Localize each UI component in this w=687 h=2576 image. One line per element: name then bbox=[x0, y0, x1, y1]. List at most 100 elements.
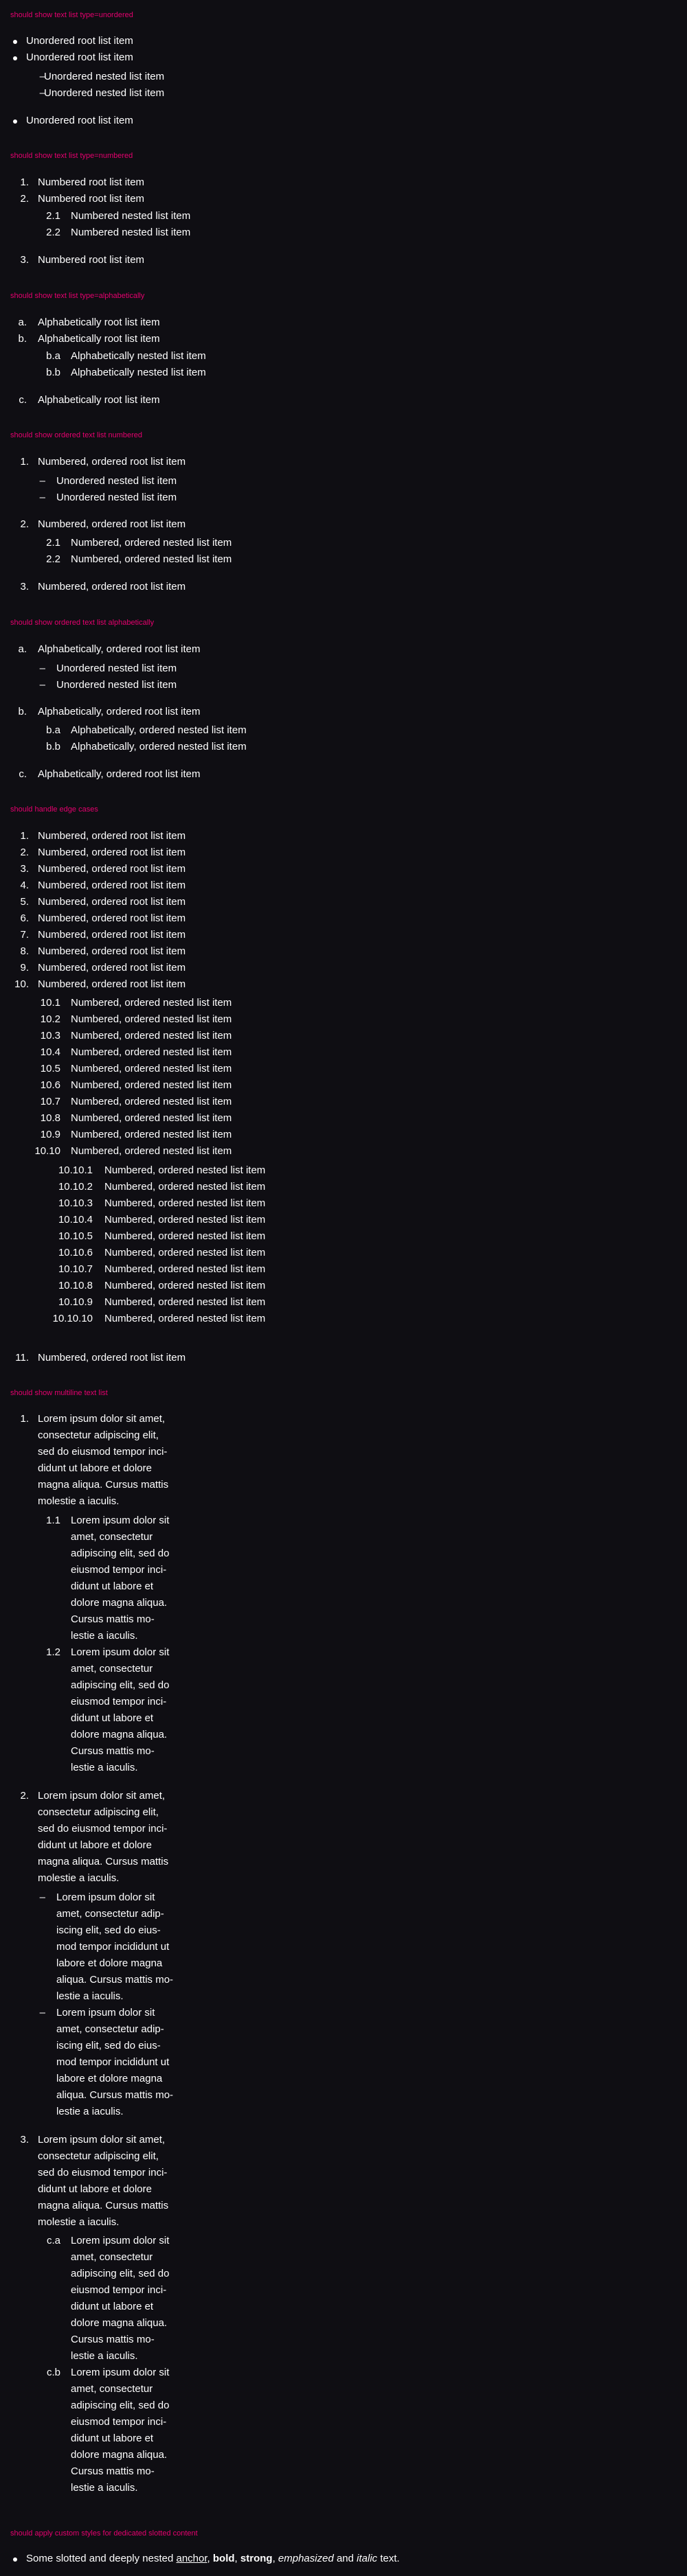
list-item-line: adipiscing elit, sed do bbox=[71, 2400, 170, 2411]
list-item-text: Numbered, ordered nested list item bbox=[71, 1129, 232, 1140]
list-item-text: Numbered root list item bbox=[38, 176, 145, 188]
list-marker: 10.2 bbox=[40, 1013, 60, 1025]
section-heading: should show ordered text list alphabetic… bbox=[10, 619, 155, 627]
list-marker: c.a bbox=[46, 2235, 60, 2246]
list-item-text: Alphabetically, ordered root list item bbox=[38, 768, 201, 780]
list-item-text: Alphabetically nested list item bbox=[71, 350, 206, 362]
list-item-text: Numbered, ordered root list item bbox=[38, 581, 186, 593]
list-item-line: dolore magna aliqua. bbox=[71, 1729, 168, 1740]
list-marker: b.b bbox=[46, 741, 60, 752]
list-item-line: adipiscing elit, sed do bbox=[71, 2268, 170, 2279]
list-item-line: lestie a iaculis. bbox=[71, 1762, 138, 1773]
list-item-line: dolore magna aliqua. bbox=[71, 1597, 168, 1609]
list-marker: 3. bbox=[20, 863, 29, 875]
list-item-text: Numbered, ordered root list item bbox=[38, 830, 186, 842]
list-marker: 10.10.3 bbox=[58, 1197, 93, 1209]
list-marker: a. bbox=[18, 643, 27, 655]
comma: , bbox=[207, 2553, 210, 2564]
comma: , bbox=[234, 2553, 238, 2564]
list-item-text: Numbered, ordered nested list item bbox=[71, 537, 232, 549]
list-item-text: Numbered, ordered nested list item bbox=[71, 1145, 232, 1157]
list-item-line: Lorem ipsum dolor sit amet, bbox=[38, 1790, 166, 1802]
list-item-line: didunt ut labore et dolore bbox=[38, 2183, 152, 2195]
list-item-line: eiusmod tempor inci- bbox=[71, 1564, 167, 1576]
list-item-line: amet, consectetur bbox=[71, 1531, 153, 1543]
list-item-line: magna aliqua. Cursus mattis bbox=[38, 1479, 169, 1491]
list-item-text: Unordered nested list item bbox=[56, 663, 177, 674]
list-item-text: Alphabetically root list item bbox=[38, 317, 160, 328]
section-heading: should show multiline text list bbox=[10, 1389, 108, 1397]
list-marker: 2. bbox=[20, 1790, 29, 1802]
list-item-line: consectetur adipiscing elit, bbox=[38, 2150, 159, 2162]
list-marker: 2.2 bbox=[46, 227, 60, 238]
list-item-line: Cursus mattis mo- bbox=[71, 2334, 155, 2345]
list-marker: 2.1 bbox=[46, 537, 60, 549]
list-item-line: lestie a iaculis. bbox=[71, 2482, 138, 2494]
list-marker: 10.6 bbox=[40, 1079, 60, 1091]
list-marker: 3. bbox=[20, 254, 29, 266]
list-marker: 10.10 bbox=[34, 1145, 60, 1157]
list-item-line: Cursus mattis mo- bbox=[71, 1613, 155, 1625]
list-marker: 1. bbox=[20, 456, 29, 468]
list-item-text: Alphabetically root list item bbox=[38, 394, 160, 406]
list-item-line: didunt ut labore et dolore bbox=[38, 1462, 152, 1474]
list-item-text: Numbered, ordered root list item bbox=[38, 863, 186, 875]
list-item-text: Numbered, ordered nested list item bbox=[104, 1263, 266, 1275]
list-marker: 6. bbox=[20, 912, 29, 924]
list-item-text: Numbered, ordered root list item bbox=[38, 945, 186, 957]
list-marker: 10.7 bbox=[40, 1096, 60, 1107]
list-item-text: Numbered, ordered root list item bbox=[38, 929, 186, 941]
list-item-line: mod tempor incididunt ut bbox=[56, 2056, 170, 2068]
list-item-text: Unordered nested list item bbox=[56, 492, 177, 503]
list-marker: 8. bbox=[20, 945, 29, 957]
list-item-line: consectetur adipiscing elit, bbox=[38, 1806, 159, 1818]
list-item-line: didunt ut labore et bbox=[71, 1580, 154, 1592]
list-item-text: Numbered, ordered nested list item bbox=[104, 1296, 266, 1308]
list-item-line: didunt ut labore et bbox=[71, 2433, 154, 2444]
list-marker: 10.3 bbox=[40, 1030, 60, 1042]
list-marker: – bbox=[39, 475, 45, 487]
list-item-line: adipiscing elit, sed do bbox=[71, 1548, 170, 1559]
list-marker: 10.8 bbox=[40, 1112, 60, 1124]
list-item-text: Numbered, ordered nested list item bbox=[104, 1230, 266, 1242]
list-marker: b.a bbox=[46, 350, 60, 362]
list-item-text: Numbered, ordered nested list item bbox=[71, 1030, 232, 1042]
slotted-anchor-link[interactable]: anchor bbox=[177, 2553, 207, 2564]
bullet-marker bbox=[13, 40, 17, 44]
slotted-bold-text: bold bbox=[212, 2553, 235, 2564]
list-marker: – bbox=[39, 663, 45, 674]
list-item-text: Alphabetically root list item bbox=[38, 333, 160, 345]
list-item-text: Unordered root list item bbox=[26, 51, 133, 63]
list-item-line: sed do eiusmod tempor inci- bbox=[38, 1823, 168, 1835]
section-heading: should handle edge cases bbox=[10, 805, 98, 814]
list-item-text: Numbered, ordered nested list item bbox=[71, 1013, 232, 1025]
list-item-line: Lorem ipsum dolor sit bbox=[71, 2235, 170, 2246]
list-item-text: Numbered, ordered root list item bbox=[38, 847, 186, 858]
list-item-text: Alphabetically, ordered nested list item bbox=[71, 741, 247, 752]
list-item-line: sed do eiusmod tempor inci- bbox=[38, 2167, 168, 2178]
list-marker: 10.1 bbox=[40, 997, 60, 1009]
list-item-line: didunt ut labore et bbox=[71, 1712, 154, 1724]
list-marker: b. bbox=[18, 706, 27, 717]
list-marker: b.b bbox=[46, 367, 60, 378]
list-item-line: molestie a iaculis. bbox=[38, 2216, 120, 2228]
list-marker: b.a bbox=[46, 724, 60, 736]
list-item-line: iscing elit, sed do eius- bbox=[56, 2040, 161, 2051]
slotted-strong-text: strong bbox=[240, 2553, 273, 2564]
list-marker: – bbox=[39, 1891, 45, 1903]
list-item-text: Numbered, ordered root list item bbox=[38, 879, 186, 891]
list-item-line: amet, consectetur bbox=[71, 2251, 153, 2263]
list-item-line: Lorem ipsum dolor sit amet, bbox=[38, 1413, 166, 1425]
list-marker: – bbox=[39, 679, 45, 691]
list-marker: 10.10.1 bbox=[58, 1164, 93, 1176]
list-item-line: lestie a iaculis. bbox=[71, 1630, 138, 1642]
list-marker: 10.10.5 bbox=[58, 1230, 93, 1242]
slotted-text: Some slotted and deeply nested anchor, b… bbox=[26, 2551, 400, 2567]
list-item-text: Numbered, ordered root list item bbox=[38, 962, 186, 974]
slotted-and-text: and bbox=[336, 2553, 354, 2564]
list-item-line: eiusmod tempor inci- bbox=[71, 2416, 167, 2428]
bullet-marker bbox=[13, 119, 17, 124]
list-marker: 2.2 bbox=[46, 553, 60, 565]
list-item-text: Alphabetically, ordered root list item bbox=[38, 643, 201, 655]
list-item-line: amet, consectetur adip- bbox=[56, 2023, 164, 2035]
